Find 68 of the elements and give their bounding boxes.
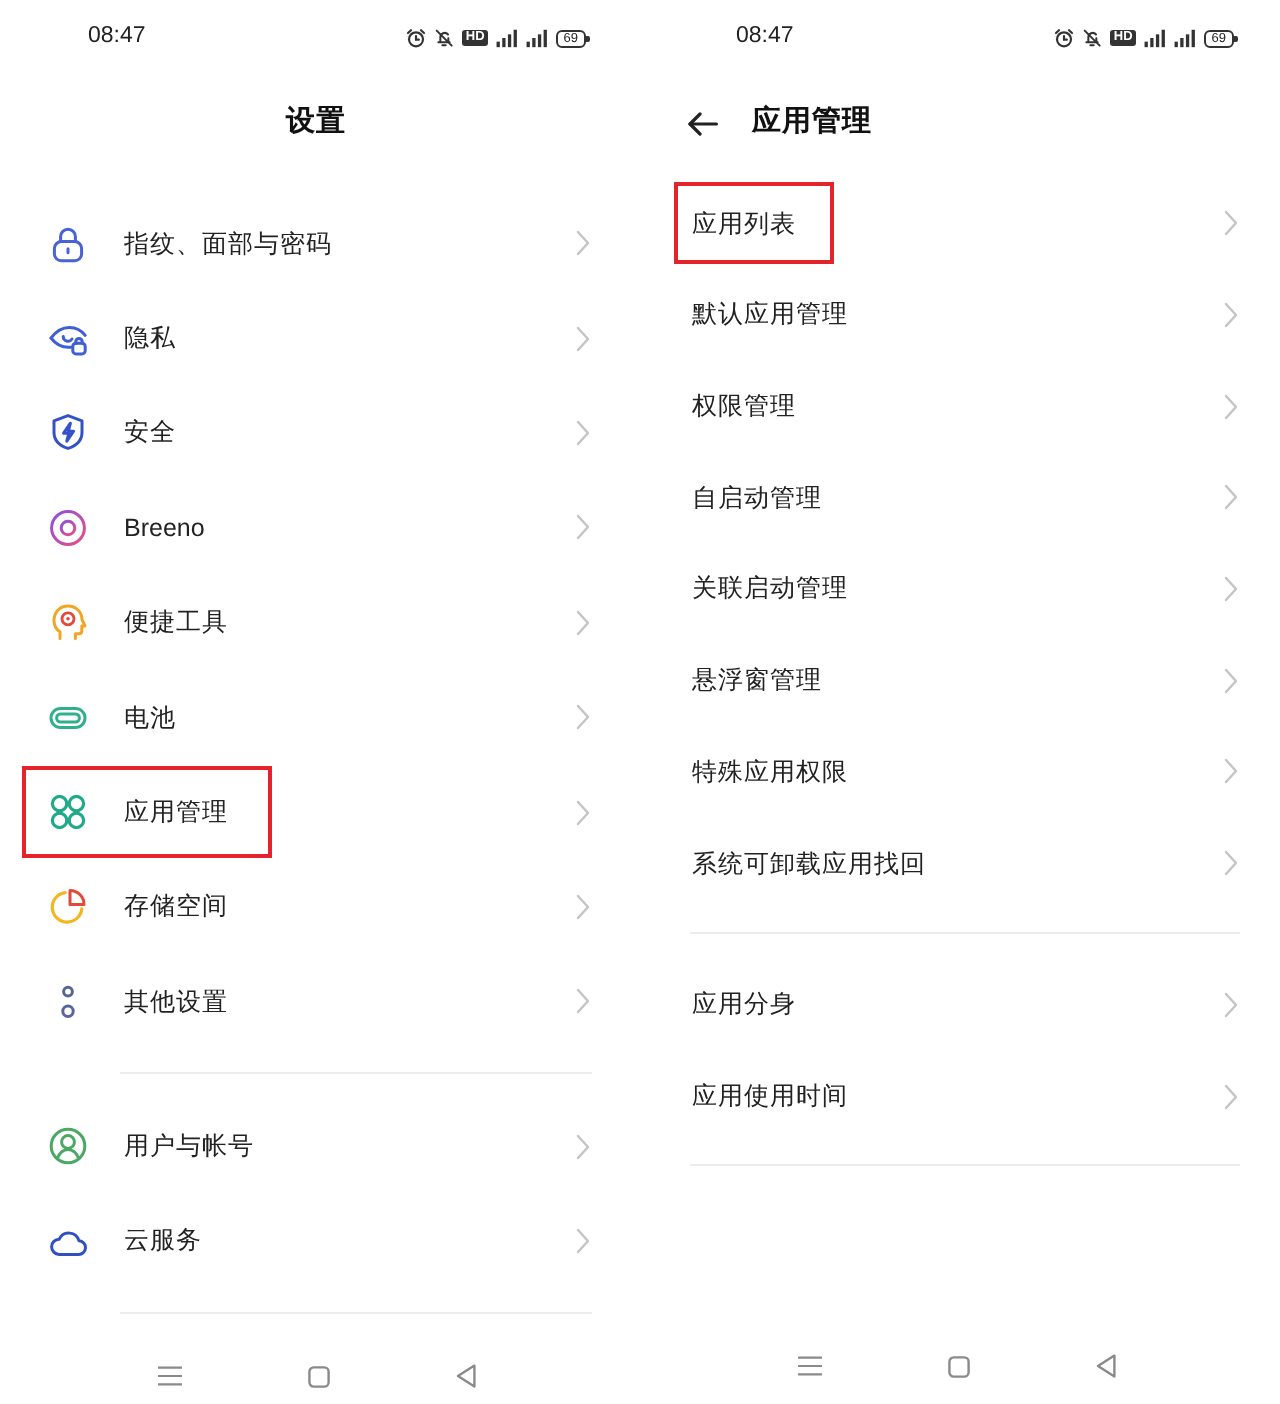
chevron-right-icon bbox=[1224, 758, 1238, 785]
alarm-clock-icon bbox=[1054, 28, 1075, 48]
back-icon[interactable] bbox=[455, 1364, 475, 1389]
user-icon bbox=[48, 1126, 88, 1167]
home-icon[interactable] bbox=[947, 1355, 969, 1377]
menu-item[interactable]: 应用列表 bbox=[692, 207, 796, 240]
concentric-circles-icon bbox=[48, 507, 88, 548]
menu-item[interactable]: 存储空间 bbox=[124, 890, 228, 924]
head-icon bbox=[48, 602, 88, 643]
menu-icon[interactable] bbox=[797, 1356, 821, 1376]
menu-item[interactable]: 隐私 bbox=[124, 321, 176, 355]
four-circles-icon bbox=[48, 792, 88, 833]
chevron-right-icon bbox=[1224, 850, 1238, 877]
signal-icon bbox=[525, 28, 548, 48]
menu-item[interactable]: 电池 bbox=[124, 701, 176, 734]
menu-item[interactable]: 云服务 bbox=[124, 1224, 202, 1258]
lock-icon bbox=[48, 223, 88, 264]
menu-item[interactable]: 特殊应用权限 bbox=[692, 755, 848, 789]
menu-item[interactable]: 安全 bbox=[124, 416, 176, 450]
chevron-right-icon bbox=[576, 893, 590, 920]
menu-item[interactable]: 默认应用管理 bbox=[692, 298, 848, 332]
chevron-right-icon bbox=[576, 1228, 590, 1255]
signal-icon bbox=[495, 28, 518, 48]
chevron-right-icon bbox=[1224, 991, 1238, 1018]
menu-item[interactable]: 系统可卸载应用找回 bbox=[692, 847, 926, 880]
menu-item[interactable]: 应用使用时间 bbox=[692, 1079, 848, 1113]
menu-item[interactable]: 悬浮窗管理 bbox=[692, 664, 822, 697]
chevron-right-icon bbox=[576, 419, 590, 446]
menu-item[interactable]: 自启动管理 bbox=[692, 481, 822, 515]
chevron-right-icon bbox=[1224, 484, 1238, 511]
chevron-right-icon bbox=[576, 325, 590, 352]
chevron-right-icon bbox=[1224, 302, 1238, 329]
bell-off-icon bbox=[1082, 28, 1103, 48]
back-icon[interactable] bbox=[1095, 1354, 1115, 1378]
chevron-right-icon bbox=[576, 514, 590, 541]
menu-icon[interactable] bbox=[157, 1366, 181, 1387]
chevron-right-icon bbox=[1224, 1083, 1238, 1110]
menu-item[interactable]: 用户与帐号 bbox=[124, 1130, 254, 1163]
chevron-right-icon bbox=[576, 230, 590, 257]
chevron-right-icon bbox=[576, 1133, 590, 1160]
chevron-right-icon bbox=[1224, 210, 1238, 237]
chevron-right-icon bbox=[576, 988, 590, 1015]
pie-chart-icon bbox=[48, 886, 88, 927]
status-time: 08:47 bbox=[736, 26, 794, 50]
screen-title: 应用管理 bbox=[752, 102, 872, 143]
shield-icon bbox=[48, 412, 88, 453]
chevron-right-icon bbox=[1224, 667, 1238, 694]
chevron-right-icon bbox=[576, 799, 590, 826]
menu-item[interactable]: 关联启动管理 bbox=[692, 572, 848, 606]
menu-item[interactable]: 应用分身 bbox=[692, 988, 796, 1021]
chevron-right-icon bbox=[576, 609, 590, 636]
menu-item[interactable]: 应用管理 bbox=[124, 795, 228, 829]
status-time: 08:47 bbox=[88, 26, 146, 50]
menu-item[interactable]: 指纹、面部与密码 bbox=[124, 227, 332, 260]
back-arrow-icon[interactable] bbox=[688, 112, 718, 136]
menu-item[interactable]: 便捷工具 bbox=[124, 606, 228, 639]
menu-item[interactable]: 其他设置 bbox=[124, 985, 228, 1018]
screen-title: 设置 bbox=[286, 104, 346, 143]
signal-icon bbox=[1143, 28, 1166, 48]
chevron-right-icon bbox=[576, 704, 590, 731]
signal-icon bbox=[1173, 28, 1196, 48]
home-icon[interactable] bbox=[307, 1365, 329, 1388]
alarm-clock-icon bbox=[406, 28, 427, 48]
chevron-right-icon bbox=[1224, 576, 1238, 603]
menu-item[interactable]: 权限管理 bbox=[692, 390, 796, 423]
chevron-right-icon bbox=[1224, 393, 1238, 420]
menu-item[interactable]: Breeno bbox=[124, 511, 205, 544]
bell-off-icon bbox=[434, 28, 455, 48]
